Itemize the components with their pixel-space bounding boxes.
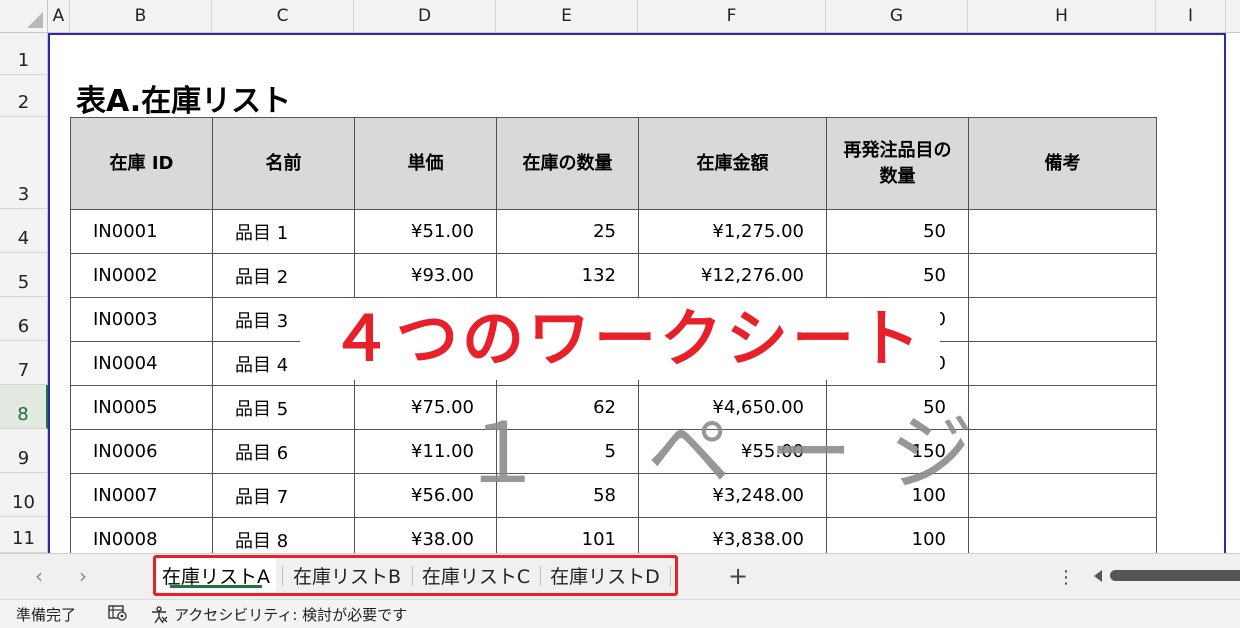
accessibility-icon <box>152 605 168 623</box>
header-stock-qty[interactable]: 在庫の数量 <box>496 117 639 210</box>
row-header-8[interactable]: 8 <box>0 385 48 429</box>
cell-notes[interactable] <box>968 209 1157 254</box>
column-header-a[interactable]: A <box>48 0 70 33</box>
chevron-left-icon[interactable]: ‹ <box>28 564 50 588</box>
cell-reorder-qty[interactable]: 50 <box>826 253 969 298</box>
header-unit-price[interactable]: 単価 <box>354 117 497 210</box>
cell-unit-price[interactable]: ¥51.00 <box>354 209 497 254</box>
sheet-tab-a[interactable]: 在庫リストA <box>156 558 276 592</box>
cell-notes[interactable] <box>968 341 1157 386</box>
row-header-7[interactable]: 7 <box>0 341 48 385</box>
cell-stock-id[interactable]: IN0002 <box>70 253 213 298</box>
sheet-title: 表A.在庫リスト <box>76 84 292 119</box>
cell-name[interactable]: 品目 2 <box>212 253 355 298</box>
horizontal-scrollbar[interactable] <box>1090 565 1240 587</box>
cell-stock-qty[interactable]: 25 <box>496 209 639 254</box>
table-row: IN0002 品目 2 ¥93.00 132 ¥12,276.00 50 <box>70 253 1157 298</box>
header-notes[interactable]: 備考 <box>968 117 1157 210</box>
header-stock-id[interactable]: 在庫 ID <box>70 117 213 210</box>
header-stock-amount[interactable]: 在庫金額 <box>638 117 827 210</box>
add-sheet-button[interactable]: + <box>724 562 752 590</box>
header-name[interactable]: 名前 <box>212 117 355 210</box>
sheet-tab-c[interactable]: 在庫リストC <box>416 558 536 592</box>
cell-stock-id[interactable]: IN0004 <box>70 341 213 386</box>
accessibility-status-text: アクセシビリティ: 検討が必要です <box>174 606 408 624</box>
row-header-5[interactable]: 5 <box>0 253 48 297</box>
cell-notes[interactable] <box>968 253 1157 298</box>
status-ready: 準備完了 <box>16 606 77 624</box>
column-header-filler <box>1226 0 1240 33</box>
tab-separator <box>412 566 413 586</box>
column-header-d[interactable]: D <box>354 0 496 33</box>
scrollbar-thumb[interactable] <box>1110 570 1240 581</box>
cell-name[interactable]: 品目 6 <box>212 429 355 474</box>
sheet-tab-b[interactable]: 在庫リストB <box>286 558 408 592</box>
accessibility-status[interactable]: アクセシビリティ: 検討が必要です <box>150 604 407 625</box>
excel-window: A B C D E F G H I 1 2 3 4 5 6 7 8 9 10 1… <box>0 0 1240 628</box>
sheet-tab-d[interactable]: 在庫リストD <box>544 558 666 592</box>
sheet-tab-bar: ‹ › 在庫リストA 在庫リストB 在庫リストC 在庫リストD + ⋮ <box>0 553 1240 599</box>
tab-separator <box>540 566 541 586</box>
column-header-g[interactable]: G <box>826 0 968 33</box>
cell-mode-icon[interactable] <box>108 604 128 622</box>
annotation-banner-text: ４つのワークシート <box>330 302 925 375</box>
cell-unit-price[interactable]: ¥93.00 <box>354 253 497 298</box>
page-watermark: １ ページ <box>460 404 1012 502</box>
cell-stock-amount[interactable]: ¥1,275.00 <box>638 209 827 254</box>
cell-stock-id[interactable]: IN0006 <box>70 429 213 474</box>
cell-name[interactable]: 品目 1 <box>212 209 355 254</box>
chevron-right-icon[interactable]: › <box>72 564 94 588</box>
cell-reorder-qty[interactable]: 50 <box>826 209 969 254</box>
row-header-11[interactable]: 11 <box>0 517 48 553</box>
cell-stock-amount[interactable]: ¥12,276.00 <box>638 253 827 298</box>
row-header-4[interactable]: 4 <box>0 209 48 253</box>
header-reorder-qty[interactable]: 再発注品目の数量 <box>826 117 969 210</box>
column-header-c[interactable]: C <box>212 0 354 33</box>
row-header-6[interactable]: 6 <box>0 297 48 341</box>
cell-name[interactable]: 品目 5 <box>212 385 355 430</box>
table-row: IN0001 品目 1 ¥51.00 25 ¥1,275.00 50 <box>70 209 1157 254</box>
scroll-left-icon[interactable] <box>1094 570 1102 582</box>
row-header-1[interactable]: 1 <box>0 33 48 75</box>
status-bar: 準備完了 アクセシビリティ: 検討が必要です <box>0 599 1240 628</box>
cell-stock-id[interactable]: IN0005 <box>70 385 213 430</box>
cell-stock-qty[interactable]: 132 <box>496 253 639 298</box>
more-options-icon[interactable]: ⋮ <box>1057 564 1075 590</box>
cell-stock-id[interactable]: IN0003 <box>70 297 213 342</box>
column-header-f[interactable]: F <box>638 0 826 33</box>
column-header-i[interactable]: I <box>1156 0 1226 33</box>
cell-name[interactable]: 品目 7 <box>212 473 355 518</box>
column-header-b[interactable]: B <box>70 0 212 33</box>
cell-stock-id[interactable]: IN0007 <box>70 473 213 518</box>
cell-stock-id[interactable]: IN0001 <box>70 209 213 254</box>
cell-notes[interactable] <box>968 297 1157 342</box>
column-header-h[interactable]: H <box>968 0 1156 33</box>
row-header-9[interactable]: 9 <box>0 429 48 473</box>
tab-separator <box>670 566 671 586</box>
row-header-3[interactable]: 3 <box>0 117 48 209</box>
table-header-row: 在庫 ID 名前 単価 在庫の数量 在庫金額 再発注品目の数量 備考 <box>70 117 1157 210</box>
column-header-e[interactable]: E <box>496 0 638 33</box>
tab-separator <box>282 566 283 586</box>
row-header-2[interactable]: 2 <box>0 75 48 117</box>
select-all-corner[interactable] <box>0 0 48 33</box>
row-header-10[interactable]: 10 <box>0 473 48 517</box>
